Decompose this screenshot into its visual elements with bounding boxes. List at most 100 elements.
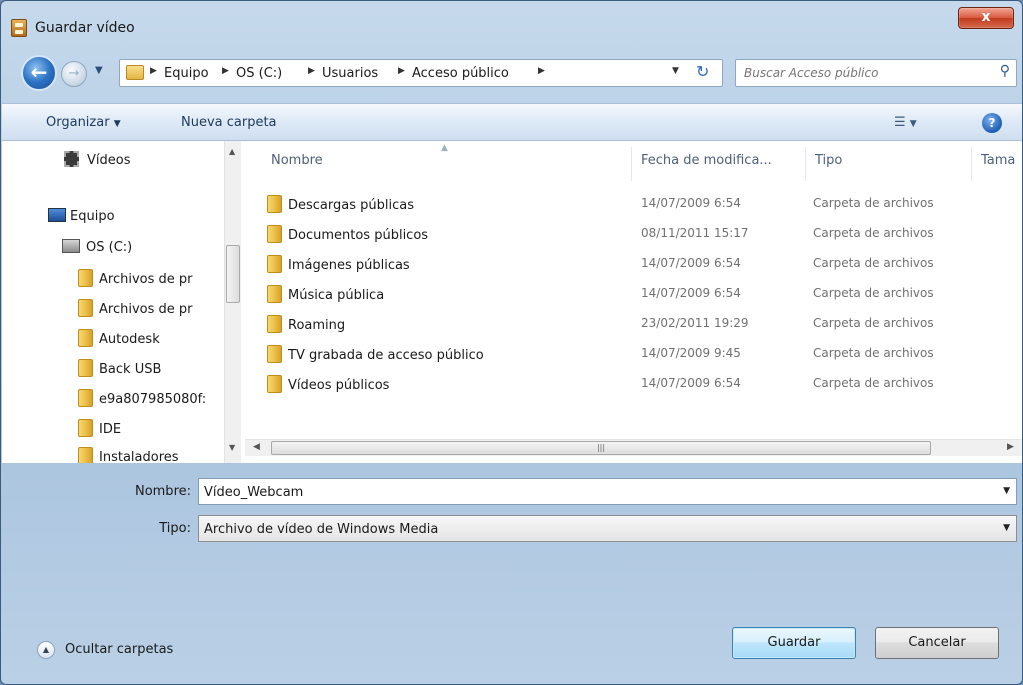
history-dropdown-icon[interactable]: ▼: [95, 65, 109, 79]
folder-icon: [78, 389, 93, 407]
scroll-down-icon[interactable]: ▼: [229, 443, 235, 452]
window-title: Guardar vídeo: [35, 20, 135, 36]
file-name-text: Descargas públicas: [288, 198, 414, 213]
folder-icon: [267, 345, 282, 363]
hide-folders-label: Ocultar carpetas: [65, 642, 174, 657]
list-item[interactable]: Roaming 23/02/2011 19:29 Carpeta de arch…: [267, 309, 1007, 339]
nav-item-folder[interactable]: Instaladores: [78, 447, 179, 463]
column-divider[interactable]: [631, 147, 632, 181]
nav-item-label: IDE: [99, 422, 122, 437]
save-button[interactable]: Guardar: [732, 627, 856, 659]
back-button[interactable]: ←: [21, 55, 57, 91]
new-folder-button[interactable]: Nueva carpeta: [181, 115, 277, 130]
folder-icon: [267, 255, 282, 273]
chevron-right-icon[interactable]: ▶: [222, 66, 229, 76]
folder-icon: [78, 329, 93, 347]
nav-item-folder[interactable]: Back USB: [78, 359, 161, 377]
scroll-up-icon[interactable]: ▲: [229, 147, 235, 156]
chevron-right-icon[interactable]: ▶: [150, 66, 157, 76]
address-bar[interactable]: ▶ Equipo ▶ OS (C:) ▶ Usuarios ▶ Acceso p…: [119, 59, 723, 87]
chevron-right-icon[interactable]: ▶: [398, 66, 405, 76]
forward-button[interactable]: →: [61, 61, 87, 87]
horizontal-scrollbar[interactable]: ◀ ||| ▶: [245, 439, 1022, 456]
nav-item-folder[interactable]: Autodesk: [78, 329, 160, 347]
column-header-date[interactable]: Fecha de modifica...: [641, 153, 772, 168]
breadcrumb-equipo[interactable]: Equipo: [164, 66, 209, 81]
cancel-button[interactable]: Cancelar: [875, 627, 999, 659]
list-item[interactable]: Imágenes públicas 14/07/2009 6:54 Carpet…: [267, 249, 1007, 279]
file-list: ▲ Nombre Fecha de modifica... Tipo Tama …: [245, 141, 1022, 463]
column-divider[interactable]: [971, 147, 972, 181]
nav-item-drive[interactable]: OS (C:): [62, 239, 132, 255]
column-header-name[interactable]: Nombre: [271, 153, 323, 168]
column-header-size[interactable]: Tama: [981, 153, 1015, 168]
filetype-label: Tipo:: [159, 521, 191, 536]
list-item[interactable]: TV grabada de acceso público 14/07/2009 …: [267, 339, 1007, 369]
nav-item-computer[interactable]: Equipo: [48, 208, 115, 224]
folder-icon: [267, 315, 282, 333]
nav-item-videos[interactable]: Vídeos: [64, 151, 130, 168]
search-icon[interactable]: ⚲: [1000, 63, 1010, 79]
organize-button[interactable]: Organizar ▼: [46, 115, 121, 130]
nav-item-label: Vídeos: [87, 153, 131, 168]
scrollbar-thumb[interactable]: |||: [271, 441, 931, 455]
scrollbar-thumb[interactable]: [226, 245, 240, 303]
chevron-up-icon: ▲: [37, 641, 55, 659]
film-icon: [11, 19, 27, 37]
chevron-down-icon: ▼: [113, 119, 121, 129]
list-item[interactable]: Documentos públicos 08/11/2011 15:17 Car…: [267, 219, 1007, 249]
chevron-down-icon[interactable]: ▼: [1003, 523, 1010, 533]
close-button[interactable]: x: [958, 7, 1014, 29]
filetype-select[interactable]: Archivo de vídeo de Windows Media ▼: [198, 515, 1017, 542]
scroll-left-icon[interactable]: ◀: [253, 442, 260, 452]
filename-input[interactable]: [204, 483, 964, 501]
nav-item-folder[interactable]: Archivos de pr: [78, 269, 192, 287]
breadcrumb-drive[interactable]: OS (C:): [236, 66, 282, 81]
nav-vertical-scrollbar[interactable]: ▲ ▼: [224, 141, 241, 463]
folder-icon: [78, 299, 93, 317]
filename-field[interactable]: ▼: [198, 478, 1017, 505]
file-name-text: Roaming: [288, 318, 346, 333]
nav-item-folder[interactable]: e9a807985080f:: [78, 389, 206, 407]
search-input[interactable]: [744, 64, 984, 82]
search-box[interactable]: ⚲: [735, 59, 1017, 87]
folder-icon: [126, 65, 144, 80]
breadcrumb-usuarios[interactable]: Usuarios: [322, 66, 378, 81]
breadcrumb-acceso-publico[interactable]: Acceso público: [412, 66, 509, 81]
nav-item-folder[interactable]: Archivos de pr: [78, 299, 192, 317]
list-item[interactable]: Música pública 14/07/2009 6:54 Carpeta d…: [267, 279, 1007, 309]
file-name-text: Imágenes públicas: [288, 258, 410, 273]
nav-item-label: Back USB: [99, 362, 162, 377]
file-type: Carpeta de archivos: [813, 286, 934, 300]
scroll-right-icon[interactable]: ▶: [1007, 442, 1014, 452]
chevron-right-icon[interactable]: ▶: [308, 66, 315, 76]
save-dialog: Guardar vídeo x ← → ▼ ▶ Equipo ▶ OS (C:)…: [0, 0, 1023, 685]
nav-item-label: Archivos de pr: [99, 272, 193, 287]
computer-icon: [48, 208, 66, 222]
filename-label: Nombre:: [134, 484, 191, 499]
list-item[interactable]: Vídeos públicos 14/07/2009 6:54 Carpeta …: [267, 369, 1007, 399]
list-item[interactable]: Descargas públicas 14/07/2009 6:54 Carpe…: [267, 189, 1007, 219]
column-header-type[interactable]: Tipo: [815, 153, 842, 168]
file-date: 14/07/2009 6:54: [641, 286, 741, 300]
view-options-icon[interactable]: ☰ ▼: [894, 115, 917, 130]
file-date: 08/11/2011 15:17: [641, 226, 749, 240]
file-name: Música pública: [267, 285, 384, 303]
chevron-right-icon[interactable]: ▶: [538, 66, 545, 76]
column-divider[interactable]: [805, 147, 806, 181]
folder-icon: [267, 285, 282, 303]
refresh-icon[interactable]: ↻: [696, 62, 709, 81]
chevron-down-icon[interactable]: ▼: [672, 66, 679, 76]
filetype-value: Archivo de vídeo de Windows Media: [204, 522, 439, 537]
chevron-down-icon[interactable]: ▼: [1003, 486, 1010, 496]
title-bar: Guardar vídeo x: [1, 1, 1022, 47]
help-icon[interactable]: ?: [982, 113, 1002, 133]
file-type: Carpeta de archivos: [813, 196, 934, 210]
file-name-text: Música pública: [288, 288, 385, 303]
folder-icon: [78, 447, 93, 463]
folder-icon: [267, 375, 282, 393]
command-bar: Organizar ▼ Nueva carpeta ☰ ▼ ?: [2, 103, 1022, 141]
nav-item-folder[interactable]: IDE: [78, 419, 121, 437]
nav-item-label: Archivos de pr: [99, 302, 193, 317]
file-type: Carpeta de archivos: [813, 256, 934, 270]
